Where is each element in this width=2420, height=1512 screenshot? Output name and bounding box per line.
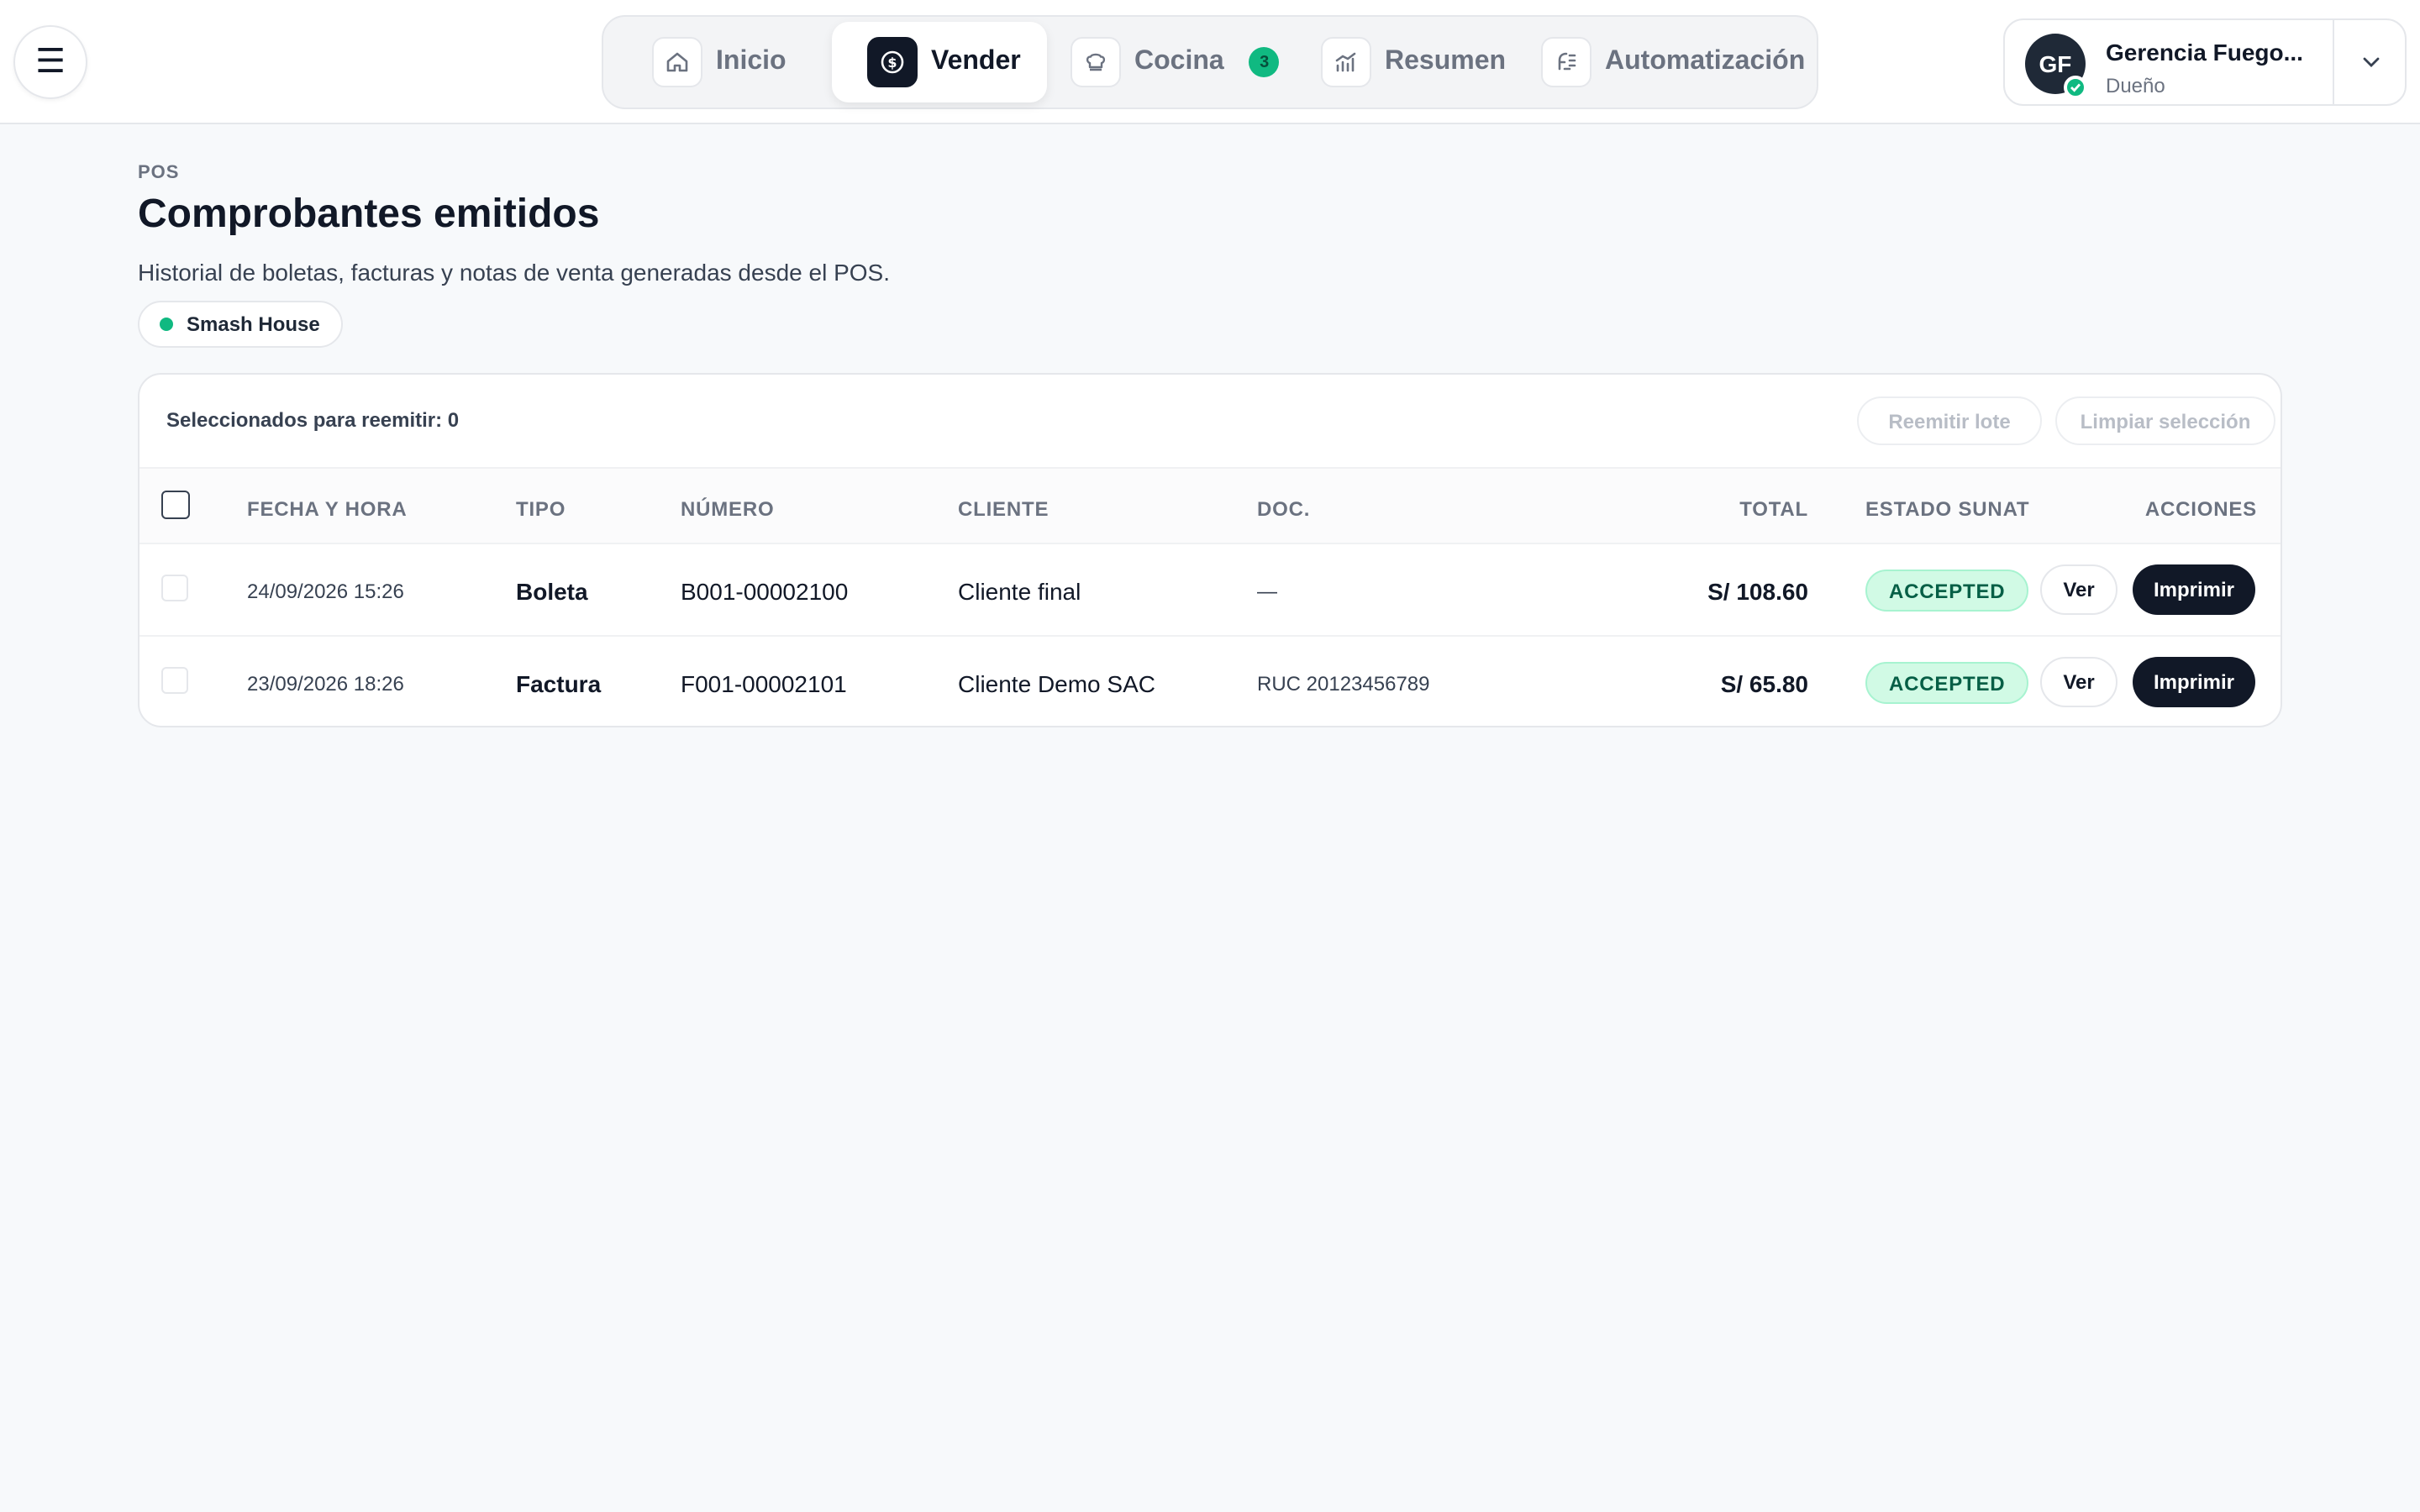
user-role: Dueño	[2106, 74, 2165, 97]
nav-item-vender[interactable]: $ Vender	[832, 22, 1047, 102]
user-name: Gerencia Fuego...	[2106, 39, 2303, 66]
nav-label: Vender	[931, 47, 1021, 76]
chart-icon	[1321, 37, 1371, 87]
nav-label: Resumen	[1385, 47, 1507, 76]
cell-fecha: 24/09/2026 15:26	[247, 580, 404, 603]
section-eyebrow: POS	[138, 163, 180, 183]
page-subtitle: Historial de boletas, facturas y notas d…	[138, 259, 890, 286]
top-bar: ☰ Inicio $ Vender Cocina 3 Resumen Autom…	[0, 0, 2420, 124]
chef-hat-icon	[1071, 37, 1121, 87]
cell-numero: B001-00002100	[681, 578, 849, 605]
cell-doc: —	[1257, 580, 1277, 603]
cell-doc: RUC 20123456789	[1257, 672, 1430, 696]
col-cliente: CLIENTE	[958, 497, 1050, 521]
reissue-batch-button[interactable]: Reemitir lote	[1857, 396, 2042, 445]
view-button[interactable]: Ver	[2040, 657, 2118, 707]
dollar-icon: $	[867, 37, 918, 87]
verified-check-icon	[2064, 76, 2087, 99]
nav-label: Cocina	[1134, 47, 1224, 76]
chevron-down-icon[interactable]	[2358, 49, 2385, 84]
cell-cliente: Cliente final	[958, 578, 1081, 605]
status-badge: ACCEPTED	[1865, 662, 2029, 704]
cell-tipo: Factura	[516, 670, 602, 697]
cell-total: S/ 108.60	[1707, 578, 1808, 605]
page-title: Comprobantes emitidos	[138, 192, 600, 237]
table-row: 23/09/2026 18:26 Factura F001-00002101 C…	[139, 637, 2281, 726]
hamburger-icon: ☰	[35, 44, 66, 81]
cell-numero: F001-00002101	[681, 670, 847, 697]
col-doc: DOC.	[1257, 497, 1311, 521]
main-nav: Inicio $ Vender Cocina 3 Resumen Automat…	[602, 15, 1818, 109]
cell-tipo: Boleta	[516, 578, 588, 605]
selected-count: Seleccionados para reemitir: 0	[166, 408, 460, 432]
store-name: Smash House	[187, 312, 320, 336]
page: ☰ Inicio $ Vender Cocina 3 Resumen Autom…	[0, 0, 2420, 1512]
divider	[2333, 20, 2334, 104]
nav-item-automatizacion[interactable]: Automatización	[1541, 22, 1805, 102]
nav-label: Automatización	[1605, 47, 1806, 76]
status-dot-icon	[160, 318, 173, 331]
receipts-card: Seleccionados para reemitir: 0 Reemitir …	[138, 373, 2282, 727]
automation-icon	[1541, 37, 1591, 87]
kitchen-count-badge: 3	[1249, 47, 1280, 77]
row-checkbox[interactable]	[161, 575, 188, 601]
status-badge: ACCEPTED	[1865, 570, 2029, 612]
table-row: 24/09/2026 15:26 Boleta B001-00002100 Cl…	[139, 544, 2281, 637]
col-estado: ESTADO SUNAT	[1865, 497, 2030, 521]
cell-total: S/ 65.80	[1720, 670, 1808, 697]
store-chip[interactable]: Smash House	[138, 301, 344, 348]
col-fecha: FECHA Y HORA	[247, 497, 408, 521]
table-header: FECHA Y HORA TIPO NÚMERO CLIENTE DOC. TO…	[139, 469, 2281, 544]
nav-item-cocina[interactable]: Cocina 3	[1071, 22, 1280, 102]
cell-fecha: 23/09/2026 18:26	[247, 672, 404, 696]
nav-item-resumen[interactable]: Resumen	[1321, 22, 1506, 102]
clear-selection-button[interactable]: Limpiar selección	[2055, 396, 2275, 445]
print-button[interactable]: Imprimir	[2133, 657, 2255, 707]
cell-cliente: Cliente Demo SAC	[958, 670, 1155, 697]
nav-label: Inicio	[716, 47, 786, 76]
col-numero: NÚMERO	[681, 497, 775, 521]
view-button[interactable]: Ver	[2040, 564, 2118, 615]
menu-button[interactable]: ☰	[13, 25, 87, 99]
nav-item-inicio[interactable]: Inicio	[652, 22, 786, 102]
col-total: TOTAL	[1739, 497, 1808, 521]
col-tipo: TIPO	[516, 497, 566, 521]
user-menu[interactable]: GF Gerencia Fuego... Dueño	[2003, 18, 2407, 106]
select-all-checkbox[interactable]	[161, 491, 190, 519]
svg-text:$: $	[887, 55, 897, 71]
home-icon	[652, 37, 702, 87]
row-checkbox[interactable]	[161, 667, 188, 694]
selection-toolbar: Seleccionados para reemitir: 0 Reemitir …	[139, 375, 2281, 469]
print-button[interactable]: Imprimir	[2133, 564, 2255, 615]
col-acciones: ACCIONES	[2144, 497, 2257, 521]
